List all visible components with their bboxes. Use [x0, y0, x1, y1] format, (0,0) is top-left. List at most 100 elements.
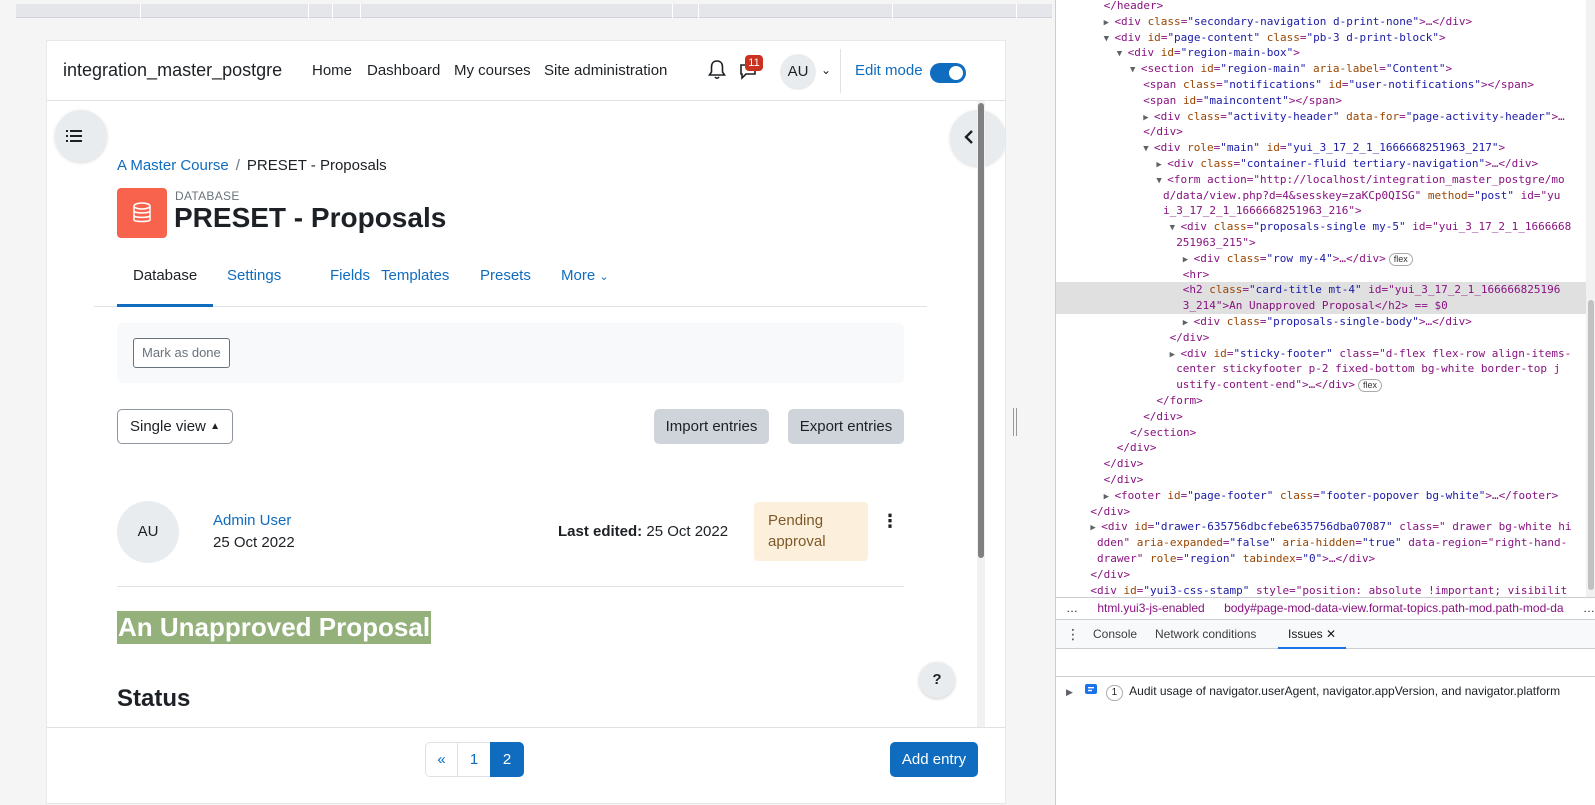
tab-network-conditions[interactable]: Network conditions	[1155, 620, 1256, 649]
dom-line[interactable]: 251963_215">	[1056, 235, 1586, 251]
dom-line[interactable]: ▼ <section id="region-main" aria-label="…	[1056, 61, 1586, 77]
tab-console[interactable]: Console	[1093, 620, 1137, 649]
nav-link-home[interactable]: Home	[312, 62, 352, 79]
dom-line[interactable]: </header>	[1056, 0, 1586, 14]
tab-more[interactable]: More ⌄	[545, 261, 625, 307]
tab-database[interactable]: Database	[117, 261, 214, 307]
dom-line[interactable]: </div>	[1056, 440, 1586, 456]
expand-triangle-icon[interactable]: ▶	[1104, 18, 1115, 28]
dom-line[interactable]: </div>	[1056, 472, 1586, 488]
flex-badge[interactable]: flex	[1358, 379, 1383, 393]
drawer-menu-icon[interactable]: ⋮	[1066, 620, 1080, 649]
collapse-triangle-icon[interactable]: ▼	[1117, 49, 1128, 59]
dom-crumb-html[interactable]: html.yui3-js-enabled	[1097, 601, 1204, 615]
collapse-triangle-icon[interactable]: ▼	[1170, 223, 1181, 233]
add-entry-button[interactable]: Add entry	[890, 742, 978, 777]
dom-line[interactable]: ▼ <div role="main" id="yui_3_17_2_1_1666…	[1056, 140, 1586, 156]
expand-triangle-icon[interactable]: ▶	[1183, 318, 1194, 328]
collapse-triangle-icon[interactable]: ▼	[1130, 65, 1141, 75]
device-toolbar-ruler	[16, 4, 1052, 18]
dom-line[interactable]: </div>	[1056, 567, 1586, 583]
dom-line[interactable]: ustify-content-end">…</div> flex	[1056, 377, 1586, 393]
dom-line-code: <span class="notifications" id="user-not…	[1143, 78, 1534, 91]
course-index-toggle[interactable]	[55, 110, 107, 162]
user-avatar[interactable]: AU	[780, 54, 816, 90]
tab-issues[interactable]: Issues ✕	[1278, 620, 1347, 649]
flex-badge[interactable]: flex	[1388, 252, 1413, 266]
edit-mode-toggle[interactable]	[930, 63, 966, 83]
dom-crumb-ellipsis[interactable]: …	[1066, 601, 1078, 615]
collapse-triangle-icon[interactable]: ▼	[1104, 34, 1115, 44]
pagination: « 1 2	[425, 742, 524, 777]
dom-line[interactable]: <hr>	[1056, 267, 1586, 283]
dom-line[interactable]: <span id="maincontent"></span>	[1056, 93, 1586, 109]
expand-triangle-icon[interactable]: ▶	[1104, 492, 1115, 502]
dom-line[interactable]: ▶ <div class="container-fluid tertiary-n…	[1056, 156, 1586, 172]
issue-row[interactable]: ▶ 1 Audit usage of navigator.userAgent, n…	[1056, 680, 1595, 702]
breadcrumb-course-link[interactable]: A Master Course	[117, 157, 229, 174]
dom-line[interactable]: </section>	[1056, 425, 1586, 441]
dom-line[interactable]: </div>	[1056, 456, 1586, 472]
expand-triangle-icon[interactable]: ▶	[1170, 350, 1181, 360]
dom-line[interactable]: ▼ <div id="page-content" class="pb-3 d-p…	[1056, 30, 1586, 46]
site-name[interactable]: integration_master_postgre	[63, 60, 282, 81]
dom-line[interactable]: <div id="yui3-css-stamp" style="position…	[1056, 583, 1586, 597]
dom-line[interactable]: ▶ <div class="row my-4">…</div> flex	[1056, 251, 1586, 267]
dom-line[interactable]: ▶ <div class="activity-header" data-for=…	[1056, 109, 1586, 125]
expand-triangle-icon[interactable]: ▶	[1183, 255, 1194, 265]
panel-resize-handle[interactable]	[1013, 408, 1017, 436]
dom-line[interactable]: drawer" role="region" tabindex="0">…</di…	[1056, 551, 1586, 567]
dom-line[interactable]: ▶ <footer id="page-footer" class="footer…	[1056, 488, 1586, 504]
tab-settings[interactable]: Settings	[211, 261, 297, 307]
chevron-down-icon[interactable]: ⌄	[821, 63, 831, 77]
dom-line[interactable]: </div>	[1056, 504, 1586, 520]
dom-line[interactable]: ▶ <div id="sticky-footer" class="d-flex …	[1056, 346, 1586, 362]
dom-line[interactable]: <span class="notifications" id="user-not…	[1056, 77, 1586, 93]
dom-line[interactable]: </div>	[1056, 330, 1586, 346]
expand-triangle-icon[interactable]: ▶	[1066, 687, 1073, 697]
dom-line[interactable]: ▼ <div id="region-main-box">	[1056, 45, 1586, 61]
nav-link-dashboard[interactable]: Dashboard	[367, 62, 440, 79]
help-button[interactable]: ?	[919, 662, 955, 698]
pagination-page-1[interactable]: 1	[457, 742, 491, 777]
dom-line[interactable]: ▼ <form action="http://localhost/integra…	[1056, 172, 1586, 188]
mark-as-done-button[interactable]: Mark as done	[133, 338, 230, 368]
dom-line-code: <section id="region-main" aria-label="Co…	[1140, 62, 1453, 76]
dom-line[interactable]: d/data/view.php?d=4&sesskey=zaKCp0QISG" …	[1056, 188, 1586, 204]
dom-line[interactable]: ▼ <div class="proposals-single my-5" id=…	[1056, 219, 1586, 235]
close-icon[interactable]: ✕	[1326, 627, 1336, 641]
tab-presets[interactable]: Presets	[464, 261, 547, 307]
pagination-previous[interactable]: «	[425, 742, 458, 777]
dom-crumb-more[interactable]: …	[1583, 601, 1595, 615]
import-entries-button[interactable]: Import entries	[654, 409, 769, 444]
expand-triangle-icon[interactable]: ▶	[1143, 113, 1154, 123]
pagination-page-2[interactable]: 2	[490, 742, 524, 777]
dom-line[interactable]: i_3_17_2_1_1666668251963_216">	[1056, 203, 1586, 219]
dom-line[interactable]: 3_214">An Unapproved Proposal</h2> == $0	[1056, 298, 1586, 315]
dom-tree-scrollbar-thumb[interactable]	[1588, 300, 1594, 590]
view-mode-select[interactable]: Single view ▲	[117, 409, 233, 444]
dom-line[interactable]: ▶ <div class="secondary-navigation d-pri…	[1056, 14, 1586, 30]
dom-line[interactable]: center stickyfooter p-2 fixed-bottom bg-…	[1056, 361, 1586, 377]
export-entries-button[interactable]: Export entries	[788, 409, 904, 444]
dom-line-code: <hr>	[1182, 267, 1210, 281]
dom-line[interactable]: </form>	[1056, 393, 1586, 409]
dom-crumb-body[interactable]: body#page-mod-data-view.format-topics.pa…	[1224, 601, 1564, 615]
dom-line[interactable]: <h2 class="card-title mt-4" id="yui_3_17…	[1056, 282, 1586, 299]
expand-triangle-icon[interactable]: ▶	[1090, 523, 1101, 533]
bell-icon[interactable]	[707, 59, 727, 81]
dom-line[interactable]: </div>	[1056, 409, 1586, 425]
expand-triangle-icon[interactable]: ▶	[1156, 160, 1167, 170]
page-scrollbar-thumb[interactable]	[978, 103, 984, 558]
collapse-triangle-icon[interactable]: ▼	[1143, 144, 1154, 154]
nav-link-my-courses[interactable]: My courses	[454, 62, 531, 79]
dom-line[interactable]: dden" aria-expanded="false" aria-hidden=…	[1056, 535, 1586, 551]
collapse-triangle-icon[interactable]: ▼	[1156, 176, 1167, 186]
dom-line[interactable]: ▶ <div id="drawer-635756dbcfebe635756dba…	[1056, 519, 1586, 535]
nav-link-site-administration[interactable]: Site administration	[544, 62, 667, 79]
dom-line[interactable]: ▶ <div class="proposals-single-body">…</…	[1056, 314, 1586, 330]
entry-author-link[interactable]: Admin User	[213, 512, 291, 529]
entry-actions-menu-icon[interactable]: ⋮	[881, 511, 899, 532]
tab-templates[interactable]: Templates	[365, 261, 465, 307]
dom-line[interactable]: </div>	[1056, 124, 1586, 140]
